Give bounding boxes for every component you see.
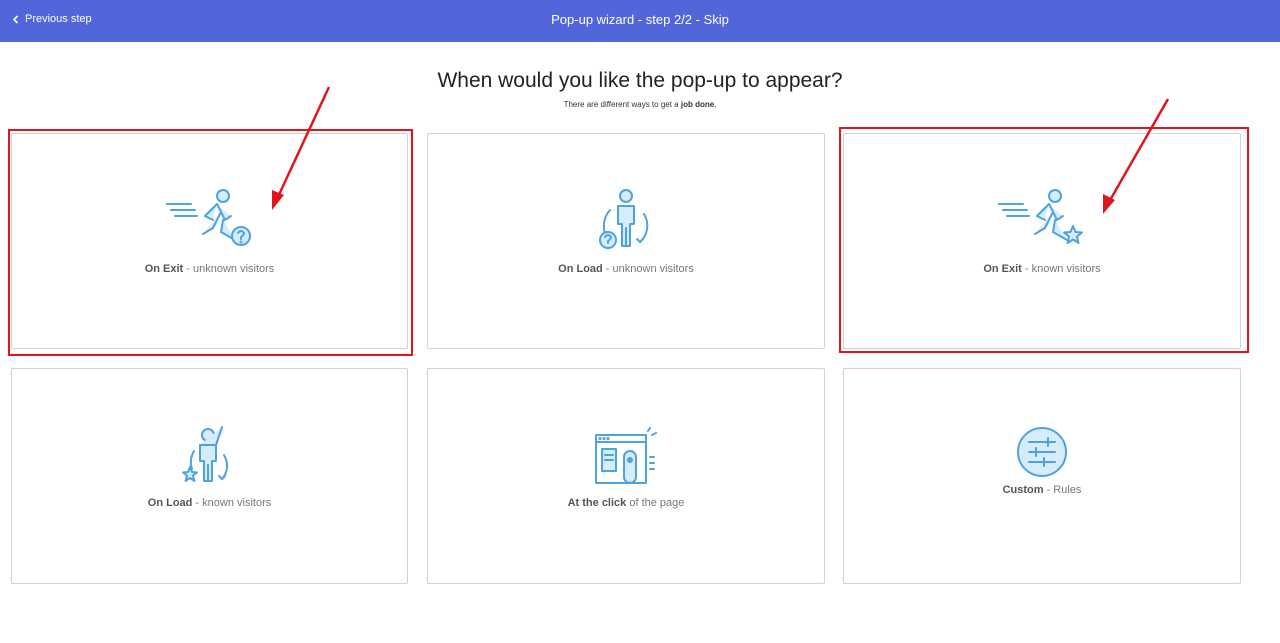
option-card-on-load-known[interactable]: On Load - known visitors: [11, 368, 408, 584]
sliders-icon: [1017, 427, 1067, 477]
page-subheading: There are different ways to get a job do…: [563, 100, 717, 109]
option-card-at-the-click[interactable]: At the click of the page: [427, 368, 825, 584]
waving-person-star-icon: [181, 426, 228, 482]
standing-person-question-icon: [599, 189, 649, 249]
option-card-on-exit-known[interactable]: On Exit - known visitors: [843, 133, 1241, 349]
option-label: On Load - unknown visitors: [558, 263, 694, 275]
page-heading: When would you like the pop-up to appear…: [437, 69, 843, 92]
top-bar: Previous step Pop-up wizard - step 2/2 -…: [0, 0, 1280, 42]
running-person-star-icon: [998, 189, 1083, 244]
running-person-question-icon: [165, 189, 251, 246]
wizard-title: Pop-up wizard - step 2/2 - Skip: [551, 12, 729, 27]
option-label: On Load - known visitors: [147, 497, 272, 509]
option-card-custom[interactable]: Custom - Rules: [843, 368, 1241, 584]
browser-click-icon: [595, 427, 657, 484]
option-card-on-exit-unknown[interactable]: On Exit - unknown visitors: [11, 133, 408, 349]
option-label: Custom - Rules: [1002, 484, 1082, 496]
option-label: On Exit - known visitors: [983, 263, 1101, 275]
option-label: At the click of the page: [567, 497, 685, 509]
option-label: On Exit - unknown visitors: [144, 263, 275, 275]
option-card-on-load-unknown[interactable]: On Load - unknown visitors: [427, 133, 825, 349]
